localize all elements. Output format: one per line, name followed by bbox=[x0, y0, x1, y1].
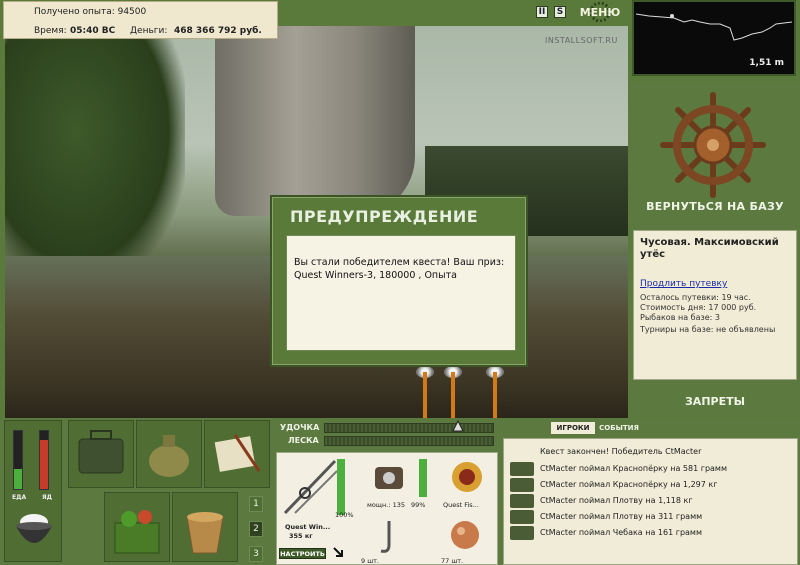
inventory-page-2[interactable]: 2 bbox=[249, 521, 263, 537]
food-meter bbox=[13, 430, 23, 490]
rod-condition-bar bbox=[337, 459, 345, 515]
chat-first-line: Квест закончен! Победитель CtMacter bbox=[540, 447, 702, 456]
chat-row-text: CtMacter поймал Плотву на 311 грамм bbox=[540, 512, 703, 521]
fish-icon bbox=[510, 478, 534, 492]
tab-events[interactable]: СОБЫТИЯ bbox=[597, 422, 641, 434]
depth-profile-graph bbox=[635, 13, 793, 41]
hook-icon[interactable] bbox=[369, 517, 409, 557]
tackle-box-icon bbox=[78, 430, 124, 474]
rod-line-controls: УДОЧКА ЛЕСКА bbox=[276, 420, 498, 450]
return-to-base-button[interactable]: ВЕРНУТЬСЯ НА БАЗУ bbox=[630, 197, 800, 217]
food-label: ЕДА bbox=[12, 494, 27, 501]
chat-row: CtMacter поймал Плотву на 311 грамм bbox=[508, 510, 794, 524]
chat-row: CtMacter поймал Чебака на 161 грамм bbox=[508, 526, 794, 540]
tab-players[interactable]: ИГРОКИ bbox=[551, 422, 595, 434]
chat-row-text: CtMacter поймал Плотву на 1,118 кг bbox=[540, 496, 693, 505]
chat-row-text: CtMacter поймал Краснопёрку на 1,297 кг bbox=[540, 480, 718, 489]
fish-icon bbox=[510, 462, 534, 476]
rod-tension-bar[interactable] bbox=[324, 423, 494, 433]
poison-label: ЯД bbox=[42, 494, 52, 501]
sound-button[interactable]: S bbox=[554, 6, 566, 18]
xp-label: Получено опыта: 94500 bbox=[34, 7, 147, 17]
food-meter-fill bbox=[14, 468, 22, 489]
chat-row: CtMacter поймал Плотву на 1,118 кг bbox=[508, 494, 794, 508]
depth-map: 1,51 m bbox=[632, 0, 796, 76]
inventory-slot-map[interactable] bbox=[204, 420, 270, 488]
bait-icon[interactable] bbox=[445, 515, 485, 555]
reel-condition: 99% bbox=[411, 501, 426, 509]
scene-cliff bbox=[215, 26, 415, 216]
bait-count: 77 шт. bbox=[441, 557, 464, 565]
chat-row: CtMacter поймал Краснопёрку на 1,297 кг bbox=[508, 478, 794, 492]
depth-value: 1,51 m bbox=[749, 58, 784, 68]
rod-icon[interactable] bbox=[281, 457, 339, 517]
cauldron-icon[interactable] bbox=[10, 508, 58, 558]
player-stats-panel: Получено опыта: 94500 Время: 05:40 ВС Де… bbox=[3, 1, 278, 39]
rod-condition-fill bbox=[337, 459, 345, 515]
rod-3[interactable] bbox=[493, 372, 497, 420]
arrow-down-right-icon[interactable] bbox=[332, 546, 344, 560]
dialog-message: Вы стали победителем квеста! Ваш приз: Q… bbox=[286, 235, 516, 351]
rod-tension-label: УДОЧКА bbox=[280, 423, 320, 432]
inventory-slot-food-basket[interactable] bbox=[104, 492, 170, 562]
location-title: Чусовая. Максимовский утёс bbox=[640, 237, 779, 260]
rod-condition: 100% bbox=[335, 511, 354, 519]
scene-forest-left bbox=[5, 26, 185, 286]
time-value: 05:40 ВС bbox=[70, 26, 116, 36]
extend-permit-link[interactable]: Продлить путевку bbox=[640, 279, 727, 289]
fish-icon bbox=[510, 510, 534, 524]
day-cost: Стоимость дня: 17 000 руб. bbox=[640, 303, 757, 312]
rod-weight: 355 кг bbox=[289, 532, 313, 540]
chat-panel: Квест закончен! Победитель CtMacter CtMa… bbox=[503, 438, 798, 565]
permit-remaining: Осталось путевки: 19 час. bbox=[640, 293, 751, 302]
hooks-count: 9 шт. bbox=[361, 557, 380, 565]
time-label: Время: bbox=[34, 26, 67, 36]
setup-button[interactable]: НАСТРОИТЬ bbox=[279, 548, 326, 559]
chat-row: CtMacter поймал Краснопёрку на 581 грамм bbox=[508, 462, 794, 476]
inventory-slot-bucket[interactable] bbox=[172, 492, 238, 562]
chat-row-text: CtMacter поймал Чебака на 161 грамм bbox=[540, 528, 702, 537]
ship-wheel-icon[interactable] bbox=[658, 90, 768, 200]
rod-name: Quest Win... bbox=[285, 523, 331, 531]
rod-1[interactable] bbox=[423, 372, 427, 420]
reel-condition-bar bbox=[419, 459, 427, 497]
money-value: 468 366 792 руб. bbox=[174, 26, 262, 36]
reel-power: мощн.: 135 bbox=[367, 501, 405, 509]
bag-icon bbox=[149, 435, 189, 477]
watermark: INSTALLSOFT.RU bbox=[545, 36, 618, 45]
inventory-page-1[interactable]: 1 bbox=[249, 496, 263, 512]
inventory-slot-bag[interactable] bbox=[136, 420, 202, 488]
pause-button[interactable]: II bbox=[536, 6, 548, 18]
poison-meter bbox=[39, 430, 49, 490]
fish-icon bbox=[510, 494, 534, 508]
menu-button[interactable]: МЕНЮ bbox=[578, 2, 622, 22]
chat-row-text: CtMacter поймал Краснопёрку на 581 грамм bbox=[540, 464, 727, 473]
map-icon bbox=[214, 434, 261, 472]
line-name: Quest Fis... bbox=[443, 501, 479, 509]
tournaments-status: Турниры на базе: не объявлены bbox=[640, 325, 776, 334]
menu-label: МЕНЮ bbox=[579, 5, 621, 19]
warning-dialog[interactable]: ПРЕДУПРЕЖДЕНИЕ Вы стали победителем квес… bbox=[270, 195, 528, 367]
reel-icon[interactable] bbox=[369, 459, 409, 495]
line-spool-icon[interactable] bbox=[447, 459, 487, 495]
bucket-icon bbox=[186, 512, 224, 554]
dialog-title: ПРЕДУПРЕЖДЕНИЕ bbox=[290, 207, 479, 226]
money-label: Деньги: bbox=[130, 26, 168, 36]
chat-tabs: ИГРОКИ СОБЫТИЯ bbox=[503, 420, 798, 437]
line-tension-bar[interactable] bbox=[324, 436, 494, 446]
fish-icon bbox=[510, 526, 534, 540]
bans-button[interactable]: ЗАПРЕТЫ bbox=[630, 392, 800, 412]
reel-condition-fill bbox=[419, 459, 427, 497]
tension-marker-icon bbox=[452, 420, 464, 432]
inventory-slot-tackle-box[interactable] bbox=[68, 420, 134, 488]
line-tension-label: ЛЕСКА bbox=[288, 436, 319, 445]
food-basket-icon bbox=[114, 510, 160, 554]
poison-meter-fill bbox=[40, 439, 48, 489]
inventory-page-3[interactable]: 3 bbox=[249, 546, 263, 562]
location-info-panel: Чусовая. Максимовский утёс Продлить путе… bbox=[633, 230, 797, 380]
right-panel: ВЕРНУТЬСЯ НА БАЗУ Чусовая. Максимовский … bbox=[630, 82, 800, 415]
anglers-count: Рыбаков на базе: 3 bbox=[640, 313, 720, 322]
rod-2[interactable] bbox=[451, 372, 455, 420]
